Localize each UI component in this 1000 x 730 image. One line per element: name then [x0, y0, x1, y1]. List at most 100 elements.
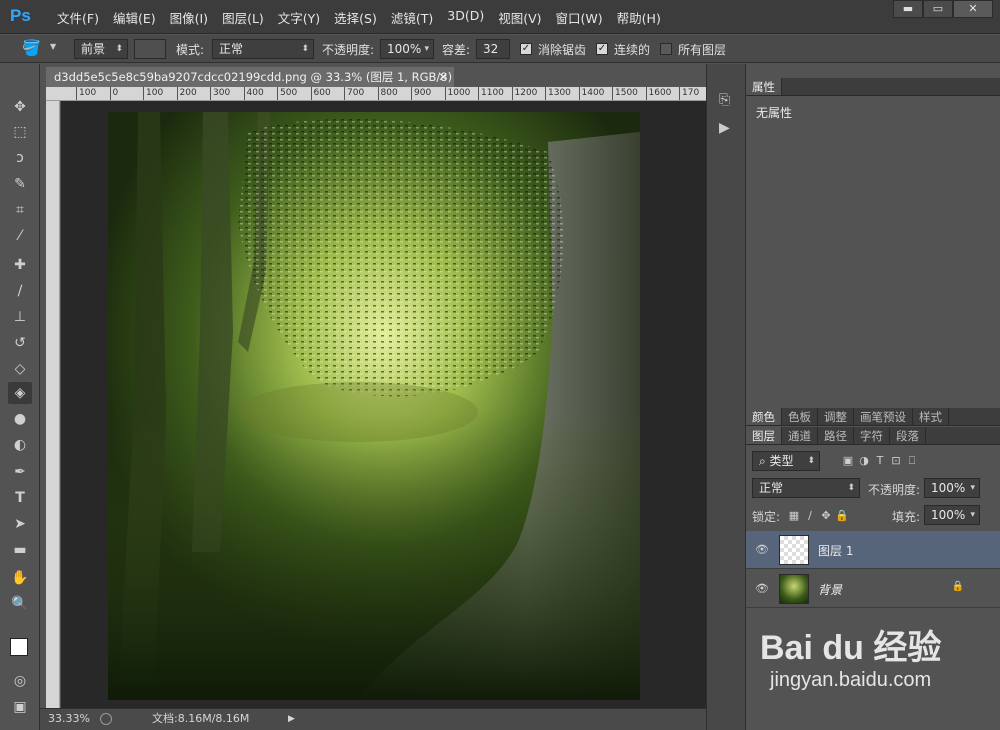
quick-mask-icon[interactable]: ◎	[8, 670, 32, 692]
foreground-color-swatch[interactable]	[10, 638, 28, 656]
zoom-tool-icon[interactable]: 🔍	[8, 593, 32, 615]
lock-transparency-icon[interactable]: ▦	[786, 509, 802, 522]
status-arrow-icon[interactable]: ▶	[288, 709, 295, 729]
menu-edit[interactable]: 编辑(E)	[106, 8, 163, 27]
pattern-picker[interactable]	[134, 39, 166, 59]
ruler-tick-label: 1500	[612, 87, 638, 100]
paint-bucket-icon[interactable]: 🪣	[22, 39, 48, 59]
eraser-tool-icon[interactable]: ◇	[8, 358, 32, 380]
screen-mode-icon[interactable]: ▣	[8, 696, 32, 718]
close-tab-icon[interactable]: ✕	[438, 67, 448, 87]
history-brush-tool-icon[interactable]: ↺	[8, 332, 32, 354]
document-tab[interactable]: d3dd5e5c5e8c59ba9207cdcc02199cdd.png @ 3…	[46, 67, 454, 104]
brush-tool-icon[interactable]: ∕	[8, 280, 32, 302]
eyedropper-tool-icon[interactable]: ⁄	[8, 225, 32, 247]
lock-pixels-icon[interactable]: ∕	[802, 509, 818, 522]
menu-select[interactable]: 选择(S)	[327, 8, 384, 27]
crop-tool-icon[interactable]: ⌗	[8, 199, 32, 221]
lasso-tool-icon[interactable]: ↄ	[8, 147, 32, 169]
tab-color[interactable]: 颜色	[746, 408, 782, 425]
lock-all-icon[interactable]: 🔒	[834, 509, 850, 522]
color-panel-tabbar: 颜色 色板 调整 画笔预设 样式	[746, 408, 1000, 426]
fill-input[interactable]: 100% ▾	[924, 505, 980, 525]
pen-tool-icon[interactable]: ✒	[8, 461, 32, 483]
layer-row[interactable]: 👁 图层 1	[746, 531, 1000, 569]
blend-mode-select[interactable]: 正常 ⬍	[752, 478, 860, 498]
contiguous-label: 连续的	[614, 43, 651, 57]
history-panel-icon[interactable]: ⎘	[719, 92, 730, 108]
marquee-tool-icon[interactable]: ⬚	[8, 121, 32, 143]
menu-3d[interactable]: 3D(D)	[440, 8, 491, 27]
chevron-down-icon: ⬍	[807, 456, 815, 466]
tab-adjustments[interactable]: 调整	[818, 408, 854, 425]
zoom-level[interactable]: 33.33%	[48, 709, 90, 729]
actions-play-icon[interactable]: ▶	[719, 120, 730, 136]
menu-filter[interactable]: 滤镜(T)	[384, 8, 440, 27]
layer-name[interactable]: 背景	[818, 581, 842, 598]
antialias-checkbox[interactable]: ✓	[520, 43, 532, 55]
smart-object-filter-icon[interactable]: ⎕	[904, 454, 920, 468]
mode-select[interactable]: 正常 ⬍	[212, 39, 314, 59]
horizontal-ruler: 100 0 100 200 300 400 500 600 700 800 900 1000 1100 1…	[46, 87, 706, 101]
layer-filter-select[interactable]: ⌕ 类型 ⬍	[752, 451, 820, 471]
all-layers-checkbox[interactable]	[660, 43, 672, 55]
menu-view[interactable]: 视图(V)	[491, 8, 548, 27]
fill-source-select[interactable]: 前景 ⬍	[74, 39, 128, 59]
type-tool-icon[interactable]: T	[8, 487, 32, 509]
shape-filter-icon[interactable]: ⊡	[888, 454, 904, 467]
menu-layer[interactable]: 图层(L)	[215, 8, 271, 27]
main-menu: 文件(F) 编辑(E) 图像(I) 图层(L) 文字(Y) 选择(S) 滤镜(T…	[50, 8, 668, 27]
contiguous-checkbox[interactable]: ✓	[596, 43, 608, 55]
quick-select-tool-icon[interactable]: ✎	[8, 173, 32, 195]
visibility-eye-icon[interactable]: 👁	[754, 543, 770, 557]
tolerance-input[interactable]: 32	[476, 39, 510, 59]
chevron-down-icon: ⬍	[847, 483, 855, 493]
tab-styles[interactable]: 样式	[913, 408, 949, 425]
adjustment-filter-icon[interactable]: ◑	[856, 454, 872, 467]
type-filter-icon[interactable]: T	[872, 454, 888, 467]
tab-properties[interactable]: 属性	[746, 78, 782, 95]
menu-type[interactable]: 文字(Y)	[271, 8, 327, 27]
ruler-tick-label: 0	[109, 87, 118, 100]
menu-file[interactable]: 文件(F)	[50, 8, 106, 27]
hand-tool-icon[interactable]: ✋	[8, 567, 32, 589]
dodge-tool-icon[interactable]: ◐	[8, 434, 32, 456]
visibility-eye-icon[interactable]: 👁	[754, 582, 770, 596]
menu-help[interactable]: 帮助(H)	[610, 8, 668, 27]
tab-paths[interactable]: 路径	[818, 427, 854, 444]
options-bar: 🪣 ▼ 前景 ⬍ 模式: 正常 ⬍ 不透明度: 100% ▾ 容差: 32 ✓ 消除锯…	[0, 35, 1000, 63]
layer-name[interactable]: 图层 1	[818, 542, 853, 559]
maximize-button[interactable]: ▭	[923, 0, 953, 18]
lock-position-icon[interactable]: ✥	[818, 509, 834, 522]
tab-layers[interactable]: 图层	[746, 427, 782, 444]
shape-tool-icon[interactable]: ▬	[8, 539, 32, 561]
status-menu-icon[interactable]	[100, 713, 112, 725]
path-select-tool-icon[interactable]: ➤	[8, 513, 32, 535]
menu-window[interactable]: 窗口(W)	[549, 8, 610, 27]
menu-bar: Ps 文件(F) 编辑(E) 图像(I) 图层(L) 文字(Y) 选择(S) 滤…	[0, 0, 1000, 34]
all-layers-label: 所有图层	[678, 43, 727, 57]
tab-channels[interactable]: 通道	[782, 427, 818, 444]
blur-tool-icon[interactable]: ●	[8, 408, 32, 430]
pixel-filter-icon[interactable]: ▣	[840, 454, 856, 467]
antialias-label: 消除锯齿	[538, 43, 587, 57]
move-tool-icon[interactable]: ✥	[8, 96, 32, 118]
opacity-input[interactable]: 100% ▾	[380, 39, 434, 59]
tab-paragraph[interactable]: 段落	[890, 427, 926, 444]
forest-artwork[interactable]	[108, 112, 640, 700]
layer-opacity-input[interactable]: 100% ▾	[924, 478, 980, 498]
menu-image[interactable]: 图像(I)	[163, 8, 215, 27]
clone-stamp-tool-icon[interactable]: ⊥	[8, 306, 32, 328]
fill-source-value: 前景	[81, 42, 106, 56]
layer-row[interactable]: 👁 背景 🔒	[746, 570, 1000, 608]
tab-brush-presets[interactable]: 画笔预设	[854, 408, 913, 425]
paint-bucket-tool-icon[interactable]: ◈	[8, 382, 32, 404]
tool-preset-chevron-icon[interactable]: ▼	[50, 42, 56, 51]
close-button[interactable]: ✕	[953, 0, 993, 18]
tab-character[interactable]: 字符	[854, 427, 890, 444]
tab-swatches[interactable]: 色板	[782, 408, 818, 425]
healing-brush-tool-icon[interactable]: ✚	[8, 254, 32, 276]
mode-value: 正常	[219, 42, 244, 56]
minimize-button[interactable]: ▬	[893, 0, 923, 18]
opacity-value: 100%	[387, 42, 422, 56]
